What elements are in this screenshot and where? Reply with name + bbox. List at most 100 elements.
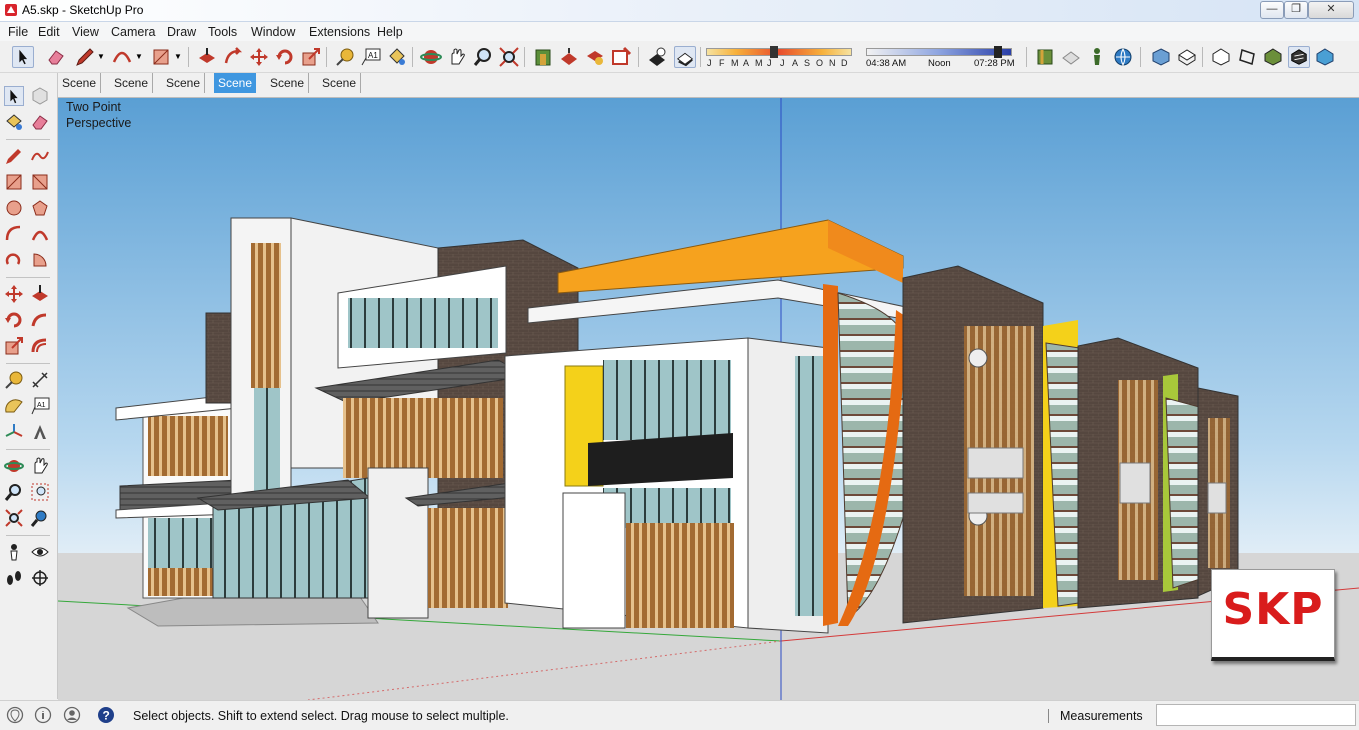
tab-scene-2[interactable]: Scene 2 <box>110 73 154 110</box>
look-around-eye-icon[interactable] <box>30 542 50 562</box>
tab-scene-1[interactable]: Scene 1 <box>58 73 102 110</box>
model-viewport[interactable]: Two Point Perspective <box>58 97 1359 700</box>
rotate-tool-icon[interactable] <box>4 310 24 330</box>
freehand-tool-icon[interactable] <box>30 146 50 166</box>
move-tool-icon[interactable] <box>248 46 270 68</box>
measurements-input[interactable] <box>1156 704 1356 726</box>
line-tool-icon[interactable] <box>4 146 24 166</box>
geo-location-status-icon[interactable] <box>6 706 24 724</box>
tape-measure-tool-icon[interactable] <box>4 370 24 390</box>
date-slider-thumb[interactable] <box>770 46 778 58</box>
position-camera-icon[interactable] <box>4 542 24 562</box>
chevron-down-icon[interactable]: ▼ <box>174 52 182 61</box>
section-plane-icon[interactable] <box>30 568 50 588</box>
scale-tool-icon[interactable] <box>4 336 24 356</box>
tab-scene-6[interactable]: Scene 6 <box>318 73 362 110</box>
pie-tool-icon[interactable] <box>30 250 50 270</box>
paint-bucket-tool-icon[interactable] <box>386 46 408 68</box>
push-pull-tool-icon[interactable] <box>30 284 50 304</box>
chevron-down-icon[interactable]: ▼ <box>135 52 143 61</box>
follow-me-tool-icon[interactable] <box>30 310 50 330</box>
rotate-tool-icon[interactable] <box>274 46 296 68</box>
top-view-icon[interactable] <box>1176 46 1198 68</box>
get-models-icon[interactable] <box>584 46 606 68</box>
time-slider-thumb[interactable] <box>994 46 1002 58</box>
share-model-icon[interactable] <box>558 46 580 68</box>
menu-view[interactable]: View <box>72 25 99 39</box>
arc-tool-icon[interactable] <box>111 46 133 68</box>
wireframe-style-icon[interactable] <box>1236 46 1258 68</box>
menu-tools[interactable]: Tools <box>208 25 237 39</box>
menu-extensions[interactable]: Extensions <box>309 25 370 39</box>
scale-tool-icon[interactable] <box>300 46 322 68</box>
push-pull-tool-icon[interactable] <box>196 46 218 68</box>
look-around-icon[interactable] <box>1086 46 1108 68</box>
building-3d-model[interactable] <box>58 98 1359 700</box>
tape-measure-tool-icon[interactable] <box>334 46 356 68</box>
textured-style-icon[interactable] <box>1314 46 1336 68</box>
walk-footprints-icon[interactable] <box>4 568 24 588</box>
iso-view-icon[interactable] <box>1150 46 1172 68</box>
chevron-down-icon[interactable]: ▼ <box>97 52 105 61</box>
menu-help[interactable]: Help <box>377 25 403 39</box>
user-account-icon[interactable] <box>63 706 81 724</box>
move-tool-icon[interactable] <box>4 284 24 304</box>
select-tool-icon[interactable] <box>4 86 24 106</box>
3d-text-tool-icon[interactable] <box>30 422 50 442</box>
zoom-tool-icon[interactable] <box>472 46 494 68</box>
3d-warehouse-icon[interactable] <box>532 46 554 68</box>
xray-style-icon[interactable] <box>1210 46 1232 68</box>
menu-edit[interactable]: Edit <box>38 25 60 39</box>
walk-camera-icon[interactable] <box>1060 46 1082 68</box>
rotated-rectangle-tool-icon[interactable] <box>30 172 50 192</box>
menu-window[interactable]: Window <box>251 25 295 39</box>
position-camera-icon[interactable] <box>1034 46 1056 68</box>
zoom-extents-tool-icon[interactable] <box>498 46 520 68</box>
zoom-tool-icon[interactable] <box>4 482 24 502</box>
fog-toggle-icon[interactable] <box>674 46 696 68</box>
orbit-tool-icon[interactable] <box>420 46 442 68</box>
tab-scene-3[interactable]: Scene 3 <box>162 73 206 110</box>
pan-tool-icon[interactable] <box>446 46 468 68</box>
hidden-line-style-icon[interactable] <box>1262 46 1284 68</box>
arc-tool-icon[interactable] <box>4 224 24 244</box>
menu-camera[interactable]: Camera <box>111 25 155 39</box>
menu-draw[interactable]: Draw <box>167 25 196 39</box>
protractor-tool-icon[interactable] <box>4 396 24 416</box>
tab-scene-5[interactable]: Scene 5 <box>266 73 310 110</box>
shadows-toggle-icon[interactable] <box>646 46 668 68</box>
geo-location-icon[interactable] <box>1112 46 1134 68</box>
follow-me-tool-icon[interactable] <box>222 46 244 68</box>
shadow-date-slider[interactable]: J F M A M J J A S O N D <box>706 46 852 70</box>
extension-warehouse-icon[interactable] <box>610 46 632 68</box>
date-slider-track[interactable] <box>706 48 852 56</box>
maximize-button[interactable]: ❐ <box>1284 1 1308 19</box>
offset-tool-icon[interactable] <box>30 336 50 356</box>
eraser-tool-icon[interactable] <box>30 112 50 132</box>
rectangle-tool-icon[interactable] <box>150 46 172 68</box>
close-button[interactable]: ✕ <box>1308 1 1354 19</box>
make-component-icon[interactable] <box>30 86 50 106</box>
paint-bucket-tool-icon[interactable] <box>4 112 24 132</box>
text-tool-icon[interactable]: A1 <box>30 396 50 416</box>
shaded-style-icon[interactable] <box>1288 46 1310 68</box>
text-tool-icon[interactable]: A1 <box>360 46 382 68</box>
select-tool-icon[interactable] <box>12 46 34 68</box>
shadow-time-slider[interactable] <box>866 48 1012 56</box>
minimize-button[interactable]: — <box>1260 1 1284 19</box>
pencil-tool-icon[interactable] <box>74 46 96 68</box>
zoom-extents-tool-icon[interactable] <box>4 508 24 528</box>
credits-info-icon[interactable] <box>34 706 52 724</box>
polygon-tool-icon[interactable] <box>30 198 50 218</box>
axes-tool-icon[interactable] <box>4 422 24 442</box>
eraser-tool-icon[interactable] <box>45 46 67 68</box>
two-point-arc-tool-icon[interactable] <box>30 224 50 244</box>
circle-tool-icon[interactable] <box>4 198 24 218</box>
orbit-tool-icon[interactable] <box>4 456 24 476</box>
three-point-arc-tool-icon[interactable] <box>4 250 24 270</box>
help-icon[interactable]: ? <box>97 706 115 724</box>
previous-view-icon[interactable] <box>30 508 50 528</box>
tab-scene-4[interactable]: Scene 4 <box>214 73 257 110</box>
zoom-window-tool-icon[interactable] <box>30 482 50 502</box>
dimension-tool-icon[interactable] <box>30 370 50 390</box>
